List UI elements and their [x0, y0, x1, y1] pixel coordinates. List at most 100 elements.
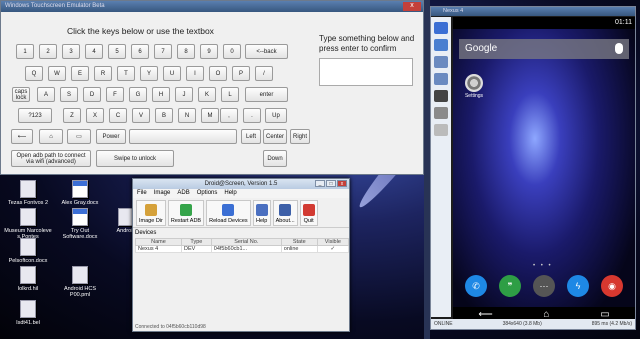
key-t[interactable]: T	[117, 66, 135, 81]
column-header[interactable]: State	[280, 238, 318, 246]
menu-image[interactable]: Image	[154, 190, 171, 197]
menu-options[interactable]: Options	[197, 190, 218, 197]
desktop-icon[interactable]: Pelsoftcon.docx	[2, 238, 54, 264]
column-header[interactable]: Type	[180, 238, 212, 246]
key-g[interactable]: G	[129, 87, 147, 102]
key-v[interactable]: V	[132, 108, 150, 123]
messenger-icon[interactable]: ϟ	[567, 275, 589, 297]
key-4[interactable]: 4	[85, 44, 103, 59]
key-7[interactable]: 7	[154, 44, 172, 59]
desktop-icon[interactable]: Museum Narcoleve s.Pontes	[2, 208, 54, 240]
phone-screen[interactable]: 01:11 Google Settings • • • ✆ ❞ ⋯ ϟ ◉ ⟵ ⌂ ▭	[453, 17, 635, 321]
desktop-icon[interactable]: Android HCS P00.pml	[54, 266, 106, 298]
back-arrow-key[interactable]: ⟵	[11, 129, 33, 144]
center-button[interactable]: Center	[263, 129, 287, 144]
key-w[interactable]: W	[48, 66, 66, 81]
desktop-icon[interactable]: Tezas Fontvos 2	[2, 180, 54, 206]
record-icon[interactable]	[434, 90, 448, 102]
swipe-unlock-button[interactable]: Swipe to unlock	[96, 150, 174, 167]
google-search-bar[interactable]: Google	[459, 39, 629, 59]
key-3[interactable]: 3	[62, 44, 80, 59]
home-icon[interactable]: ⌂	[543, 309, 549, 320]
key-o[interactable]: O	[209, 66, 227, 81]
column-header[interactable]: Visible	[316, 238, 350, 246]
open-adb-button[interactable]: Open adb path to connect via wifi (advan…	[11, 150, 91, 167]
power-button[interactable]: Power	[96, 129, 126, 144]
key-d[interactable]: D	[83, 87, 101, 102]
table-row[interactable]: Nexus 4 DEV 04f5b60cb1... online ✓	[135, 245, 350, 253]
maximize-icon[interactable]: □	[326, 180, 336, 187]
key-m[interactable]: M	[201, 108, 219, 123]
apps-icon[interactable]: ⋯	[533, 275, 555, 297]
hangouts-icon[interactable]: ❞	[499, 275, 521, 297]
menu-adb[interactable]: ADB	[177, 190, 189, 197]
key-p[interactable]: P	[232, 66, 250, 81]
column-header[interactable]: Serial No.	[210, 238, 282, 246]
key-b[interactable]: B	[155, 108, 173, 123]
key-e[interactable]: E	[71, 66, 89, 81]
key-y[interactable]: Y	[140, 66, 158, 81]
key-u[interactable]: U	[163, 66, 181, 81]
key-1[interactable]: 1	[16, 44, 34, 59]
key-9[interactable]: 9	[200, 44, 218, 59]
recent-apps-key[interactable]: ▭	[67, 129, 91, 144]
image-dir-button[interactable]: Image Dir	[136, 200, 166, 226]
key-0[interactable]: 0	[223, 44, 241, 59]
key-l[interactable]: L	[221, 87, 239, 102]
key-2[interactable]: 2	[39, 44, 57, 59]
key-f[interactable]: F	[106, 87, 124, 102]
key-up[interactable]: Up	[265, 108, 287, 123]
zoom-out-icon[interactable]	[434, 73, 448, 85]
key-z[interactable]: Z	[63, 108, 81, 123]
text-input[interactable]	[319, 58, 413, 86]
quit-button[interactable]: Quit	[299, 200, 318, 226]
right-button[interactable]: Right	[290, 129, 310, 144]
key-caps-lock[interactable]: caps lock	[12, 87, 30, 102]
key-k[interactable]: K	[198, 87, 216, 102]
phone-icon[interactable]: ✆	[465, 275, 487, 297]
close-icon[interactable]: x	[337, 180, 347, 187]
key-r[interactable]: R	[94, 66, 112, 81]
restart-adb-button[interactable]: Restart ADB	[167, 200, 205, 226]
key-enter[interactable]: enter	[245, 87, 288, 102]
key--[interactable]: ,	[220, 108, 238, 123]
key-i[interactable]: I	[186, 66, 204, 81]
phone-icon[interactable]	[434, 22, 448, 34]
key-x[interactable]: X	[86, 108, 104, 123]
key--123[interactable]: ?123	[18, 108, 52, 123]
key-6[interactable]: 6	[131, 44, 149, 59]
mic-icon[interactable]	[615, 43, 623, 54]
help-button[interactable]: Help	[252, 200, 271, 226]
key-n[interactable]: N	[178, 108, 196, 123]
back-icon[interactable]: ⟵	[478, 309, 492, 320]
home-key[interactable]: ⌂	[39, 129, 63, 144]
key-5[interactable]: 5	[108, 44, 126, 59]
chrome-icon[interactable]: ◉	[601, 275, 623, 297]
desktop-icon[interactable]: Try Out Software.docx	[54, 208, 106, 240]
keyboard-title-bar[interactable]: Windows Touchscreen Emulator Beta x	[1, 1, 423, 12]
minimize-icon[interactable]: _	[315, 180, 325, 187]
down-button[interactable]: Down	[263, 150, 287, 167]
menu-help[interactable]: Help	[224, 190, 236, 197]
close-icon[interactable]: x	[403, 2, 421, 11]
desktop-icon[interactable]: lolkrd.hil	[2, 266, 54, 292]
reload-devices-button[interactable]: Reload Devices	[206, 200, 251, 226]
space-bar[interactable]	[129, 129, 237, 144]
key-j[interactable]: J	[175, 87, 193, 102]
droid-title-bar[interactable]: Droid@Screen, Version 1.5 _ □ x	[133, 179, 349, 189]
key-q[interactable]: Q	[25, 66, 43, 81]
about-button[interactable]: About...	[272, 200, 298, 226]
screenshot-icon[interactable]	[434, 107, 448, 119]
settings-app[interactable]: Settings	[461, 74, 487, 99]
key--[interactable]: /	[255, 66, 273, 81]
key-h[interactable]: H	[152, 87, 170, 102]
key-a[interactable]: A	[37, 87, 55, 102]
menu-file[interactable]: File	[137, 190, 147, 197]
document-icon[interactable]	[434, 124, 448, 136]
zoom-in-icon[interactable]	[434, 56, 448, 68]
key-8[interactable]: 8	[177, 44, 195, 59]
refresh-icon[interactable]	[434, 39, 448, 51]
left-button[interactable]: Left	[241, 129, 261, 144]
phone-title-bar[interactable]: Nexus 4	[431, 7, 635, 16]
recent-apps-icon[interactable]: ▭	[600, 309, 609, 320]
